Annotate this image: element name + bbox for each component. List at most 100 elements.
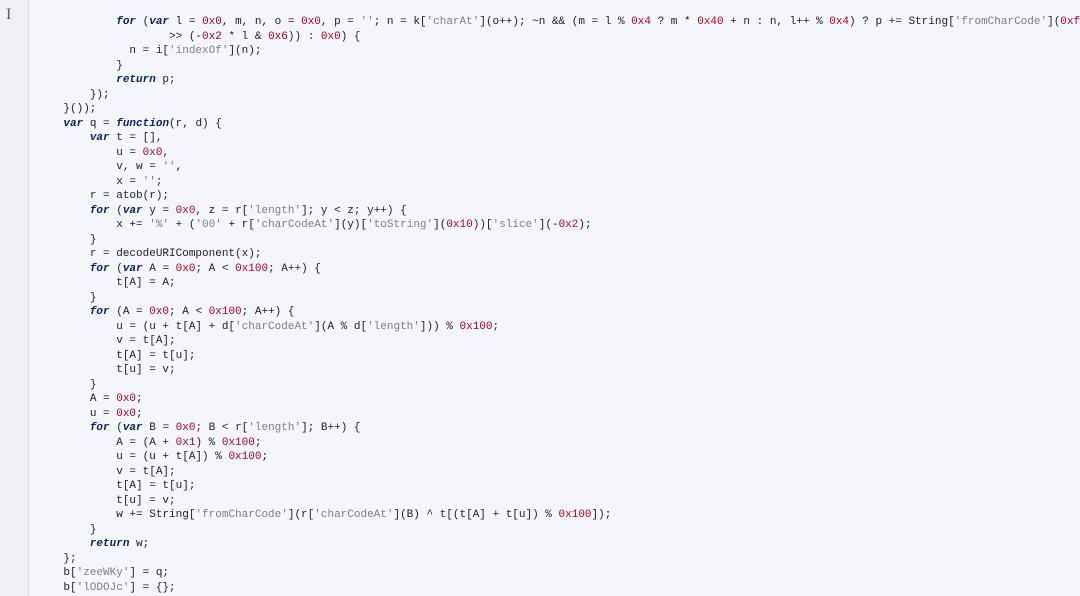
code-token: ) ? p += String[ — [849, 16, 955, 28]
code-token: 0x100 — [209, 306, 242, 318]
code-token: 'indexOf' — [169, 45, 228, 57]
code-line: for (var y = 0x0, z = r['length']; y < z… — [37, 204, 1080, 219]
code-token: 0x0 — [301, 16, 321, 28]
code-token: ; A++) { — [268, 263, 321, 275]
code-token: ] = {}; — [129, 582, 175, 594]
code-token: 0x40 — [697, 16, 723, 28]
code-token: A = (A + — [116, 437, 175, 449]
code-token: 0x0 — [176, 205, 196, 217]
code-line: } — [37, 59, 1080, 74]
code-token: for — [116, 16, 136, 28]
code-line: }()); — [37, 102, 1080, 117]
code-token: '' — [162, 161, 175, 173]
code-token: A = — [90, 393, 116, 405]
code-line: } — [37, 378, 1080, 393]
code-line: u = (u + t[A] + d['charCodeAt'](A % d['l… — [37, 320, 1080, 335]
code-token: 0x2 — [202, 31, 222, 43]
code-token: 'lODOJc' — [77, 582, 130, 594]
code-token: var — [90, 132, 110, 144]
code-line: v = t[A]; — [37, 334, 1080, 349]
code-token: w; — [129, 538, 149, 550]
code-line: x += '%' + ('00' + r['charCodeAt'](y)['t… — [37, 218, 1080, 233]
code-line: }); — [37, 88, 1080, 103]
code-token: var — [123, 422, 143, 434]
code-line: n = i['indexOf'](n); — [37, 44, 1080, 59]
code-block[interactable]: for (var l = 0x0, m, n, o = 0x0, p = '';… — [29, 11, 1080, 585]
code-token: var — [123, 205, 143, 217]
code-token: '%' — [149, 219, 169, 231]
code-token: >> (- — [169, 31, 202, 43]
code-token: A = — [143, 263, 176, 275]
code-line: r = decodeURIComponent(x); — [37, 247, 1080, 262]
code-line: A = 0x0; — [37, 392, 1080, 407]
code-token: ; A < — [195, 263, 235, 275]
code-token: ; A++) { — [242, 306, 295, 318]
code-line: }; — [37, 552, 1080, 567]
code-token: b[ — [63, 567, 76, 579]
code-token: ))[ — [473, 219, 493, 231]
code-token: v = t[A]; — [116, 466, 175, 478]
code-token: 0x6 — [268, 31, 288, 43]
code-line: return p; — [37, 73, 1080, 88]
code-token: 'charCodeAt' — [314, 509, 393, 521]
code-token: ) % — [195, 437, 221, 449]
code-token: ( — [136, 16, 149, 28]
code-token: 0x100 — [559, 509, 592, 521]
code-token: )) : — [288, 31, 321, 43]
code-token: ; B < r[ — [195, 422, 248, 434]
code-token: 0x100 — [222, 437, 255, 449]
code-token: 0x0 — [176, 263, 196, 275]
code-line: r = atob(r); — [37, 189, 1080, 204]
code-token: 'fromCharCode' — [955, 16, 1047, 28]
code-token: 'charCodeAt' — [235, 321, 314, 333]
code-token: 0xff — [1060, 16, 1080, 28]
code-token: 0x1 — [176, 437, 196, 449]
code-token: ; — [493, 321, 500, 333]
code-token: ]( — [433, 219, 446, 231]
code-token: x = — [116, 176, 142, 188]
code-token: } — [90, 379, 97, 391]
code-token: 'length' — [248, 205, 301, 217]
code-token: , — [162, 147, 169, 159]
code-token: ](- — [539, 219, 559, 231]
code-token: ; — [136, 408, 143, 420]
code-line: t[A] = A; — [37, 276, 1080, 291]
code-token: for — [90, 205, 110, 217]
code-token: + n : n, l++ % — [724, 16, 830, 28]
code-token: 'slice' — [493, 219, 539, 231]
code-token: * l & — [222, 31, 268, 43]
code-line: t[u] = v; — [37, 494, 1080, 509]
code-token: (r, d) { — [169, 118, 222, 130]
code-token: x += — [116, 219, 149, 231]
code-token: 0x100 — [228, 451, 261, 463]
code-token: u = (u + t[A] + d[ — [116, 321, 235, 333]
code-token: for — [90, 422, 110, 434]
code-line: u = 0x0, — [37, 146, 1080, 161]
code-token: 0x0 — [116, 393, 136, 405]
code-token: ](r[ — [288, 509, 314, 521]
code-token: return — [116, 74, 156, 86]
code-line: for (var B = 0x0; B < r['length']; B++) … — [37, 421, 1080, 436]
code-token: q = — [83, 118, 116, 130]
code-line: } — [37, 233, 1080, 248]
code-token: ; n = k[ — [374, 16, 427, 28]
code-token: y = — [143, 205, 176, 217]
code-token: ] = q; — [129, 567, 169, 579]
code-token: '' — [143, 176, 156, 188]
code-token: ])) % — [420, 321, 460, 333]
code-token: function — [116, 118, 169, 130]
code-token: ; — [261, 451, 268, 463]
code-token: l = — [169, 16, 202, 28]
code-line: u = (u + t[A]) % 0x100; — [37, 450, 1080, 465]
code-token: var — [123, 263, 143, 275]
code-token: 'length' — [248, 422, 301, 434]
code-token: p; — [156, 74, 176, 86]
code-viewer: I for (var l = 0x0, m, n, o = 0x0, p = '… — [0, 0, 1080, 596]
code-token: w += String[ — [116, 509, 195, 521]
code-token: , m, n, o = — [222, 16, 301, 28]
code-token: ](A % d[ — [314, 321, 367, 333]
code-token: ; — [255, 437, 262, 449]
code-line: t[A] = t[u]; — [37, 479, 1080, 494]
code-line: v = t[A]; — [37, 465, 1080, 480]
code-token: 0x0 — [176, 422, 196, 434]
